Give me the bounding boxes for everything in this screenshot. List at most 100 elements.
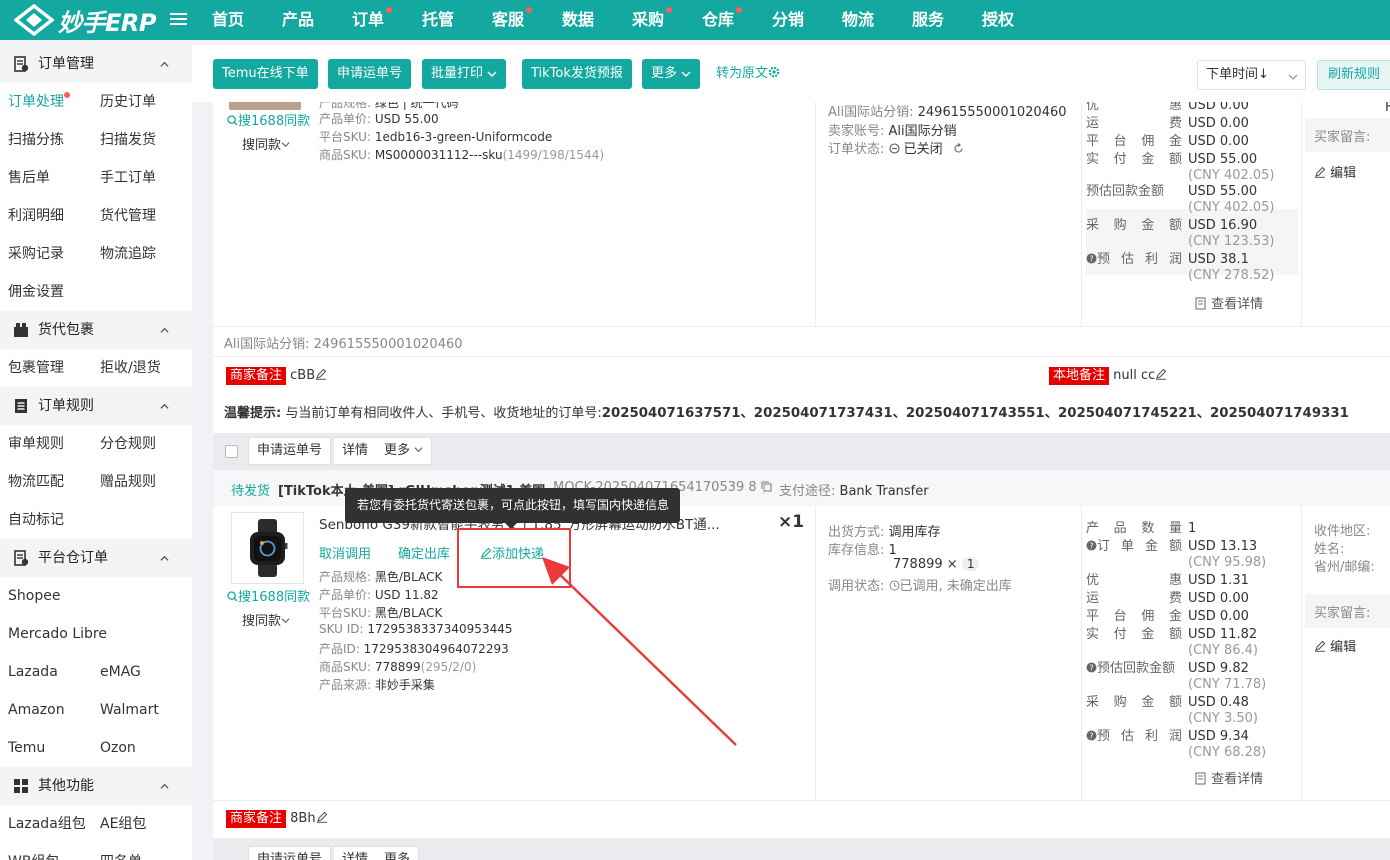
merchant-note-row: 商家备注 8Bh [226, 810, 328, 828]
amount-estimated-payout: ? 预估回款金额 USD 9.82 [1086, 660, 1249, 677]
search-similar-dropdown[interactable]: 搜同款 [242, 610, 290, 629]
nav-hosting[interactable]: 托管 [422, 0, 454, 40]
more-button[interactable]: 更多 [642, 59, 701, 89]
sidebar-item-logistics-tracking[interactable]: 物流追踪 [100, 235, 156, 273]
order-card-1: 搜1688同款 搜同款 产品规格: 绿色 | 统一代码 产品单价: USD 55… [213, 102, 1390, 327]
order2-checkbox[interactable] [225, 445, 238, 458]
cancel-call-link[interactable]: 取消调用 [319, 543, 371, 562]
call-status-row: 调用状态: 已调用, 未确定出库 [828, 579, 1012, 594]
view-detail-link[interactable]: 查看详情 [1195, 293, 1263, 312]
sidebar-item-wb-pack[interactable]: WB组包 [8, 843, 59, 860]
refresh-rules-select[interactable]: 刷新规则 [1317, 60, 1390, 90]
nav-purchase[interactable]: 采购 [632, 0, 664, 40]
chevron-up-icon [160, 61, 169, 67]
sidebar-item-ae-pack[interactable]: AE组包 [100, 805, 146, 843]
stock-sku-row: 778899 × 1 [893, 557, 980, 572]
help-icon: ? [1086, 540, 1097, 551]
sort-order-time-select[interactable]: 下单时间↓ [1197, 60, 1306, 90]
nav-authorize[interactable]: 授权 [982, 0, 1014, 40]
nav-warehouse-dot [736, 7, 742, 13]
sidebar-item-gift-rules[interactable]: 赠品规则 [100, 463, 156, 501]
sidebar-item-shopee[interactable]: Shopee [8, 577, 60, 615]
sidebar-section-title: 平台仓订单 [38, 550, 108, 566]
sidebar-item-audit-rules[interactable]: 审单规则 [8, 425, 64, 463]
sidebar-section-order-management[interactable]: 订单管理 [0, 45, 192, 83]
order2-apply-waybill-button[interactable]: 申请运单号 [248, 437, 332, 465]
order3-detail-button[interactable]: 详情 [334, 846, 378, 860]
sidebar-item-warehouse-rules[interactable]: 分仓规则 [100, 425, 156, 463]
sidebar-section-platform-warehouse[interactable]: 平台仓订单 [0, 539, 192, 577]
nav-service[interactable]: 客服 [492, 0, 524, 40]
nav-home[interactable]: 首页 [212, 0, 244, 40]
search-similar-dropdown[interactable]: 搜同款 [242, 134, 290, 153]
sidebar-item-lazada[interactable]: Lazada [8, 653, 58, 691]
nav-data[interactable]: 数据 [562, 0, 594, 40]
nav-distribution[interactable]: 分销 [772, 0, 804, 40]
sidebar-item-amazon[interactable]: Amazon [8, 691, 65, 729]
amount-paid-cny: (CNY 402.05) [1188, 168, 1275, 183]
amount-paid: 实付金额 USD 11.82 [1086, 627, 1258, 642]
sidebar-section-title: 货代包裹 [38, 322, 94, 338]
order2-status-tag: 待发货 [231, 484, 271, 499]
logo[interactable]: 妙手ERP [14, 4, 156, 37]
sidebar-item-blacklist[interactable]: 四名单 [100, 843, 142, 860]
order3-apply-waybill-button[interactable]: 申请运单号 [248, 846, 332, 860]
edit-link[interactable]: 编辑 [1314, 162, 1356, 181]
chevron-down-icon [1288, 74, 1298, 80]
sidebar-section-order-rules[interactable]: 订单规则 [0, 387, 192, 425]
sidebar-section-forwarder-packages[interactable]: 货代包裹 [0, 311, 192, 349]
batch-print-button[interactable]: 批量打印 [422, 59, 507, 89]
tiktok-forecast-button[interactable]: TikTok发货预报 [522, 59, 632, 89]
sidebar-item-logistics-match[interactable]: 物流匹配 [8, 463, 64, 501]
nav-orders[interactable]: 订单 [352, 0, 384, 40]
sidebar-item-after-sales[interactable]: 售后单 [8, 159, 50, 197]
sidebar-item-walmart[interactable]: Walmart [100, 691, 159, 729]
nav-logistics[interactable]: 物流 [842, 0, 874, 40]
annotation-arrow-icon [542, 557, 737, 746]
product-thumbnail[interactable] [229, 102, 301, 110]
logo-text: 妙手ERP [58, 8, 156, 37]
sidebar-item-package-management[interactable]: 包裹管理 [8, 349, 64, 387]
sidebar-section-other-functions[interactable]: 其他功能 [0, 767, 192, 805]
edit-icon[interactable] [1155, 368, 1167, 380]
same-recipient-orders[interactable]: 202504071637571、202504071737431、20250407… [602, 406, 1349, 421]
menu-toggle-icon[interactable] [170, 10, 187, 28]
edit-link[interactable]: 编辑 [1314, 636, 1356, 655]
sidebar-item-scan-ship[interactable]: 扫描发货 [100, 121, 156, 159]
sidebar-item-emag[interactable]: eMAG [100, 653, 141, 691]
sidebar-item-ozon[interactable]: Ozon [100, 729, 136, 767]
sidebar-item-history-orders[interactable]: 历史订单 [100, 83, 156, 121]
sidebar-item-lazada-pack[interactable]: Lazada组包 [8, 805, 86, 843]
order2-more-button[interactable]: 更多 [376, 437, 433, 465]
sidebar-item-temu[interactable]: Temu [8, 729, 45, 767]
name-label: 姓名: [1314, 542, 1345, 557]
sidebar-item-auto-tag[interactable]: 自动标记 [8, 501, 64, 539]
search-1688-link[interactable]: 搜1688同款 [227, 586, 310, 605]
divider [213, 800, 1390, 801]
nav-services[interactable]: 服务 [912, 0, 944, 40]
amount-paid-cny: (CNY 86.4) [1188, 643, 1258, 658]
seller-row: 卖家账号: Ali国际分销 [828, 124, 957, 139]
view-detail-link[interactable]: 查看详情 [1195, 768, 1263, 787]
sidebar-item-profit-details[interactable]: 利润明细 [8, 197, 64, 235]
edit-icon[interactable] [316, 811, 328, 823]
order3-more-button[interactable]: 更多 [376, 846, 420, 860]
nav-warehouse[interactable]: 仓库 [702, 0, 734, 40]
edit-icon[interactable] [315, 368, 327, 380]
sidebar-item-reject-return[interactable]: 拒收/退货 [100, 349, 161, 387]
nav-products[interactable]: 产品 [282, 0, 314, 40]
sidebar-item-purchase-records[interactable]: 采购记录 [8, 235, 64, 273]
sidebar-item-order-processing[interactable]: 订单处理 [8, 83, 70, 121]
apply-waybill-button[interactable]: 申请运单号 [328, 59, 412, 89]
temu-online-order-button[interactable]: Temu在线下单 [213, 59, 318, 89]
product-thumbnail[interactable] [231, 512, 304, 584]
sidebar-item-mercado-libre[interactable]: Mercado Libre [8, 615, 107, 653]
sidebar-item-forwarder[interactable]: 货代管理 [100, 197, 156, 235]
convert-original-link[interactable]: 转为原文 [716, 59, 780, 89]
sidebar-item-scan-sort[interactable]: 扫描分拣 [8, 121, 64, 159]
search-1688-link[interactable]: 搜1688同款 [227, 110, 310, 129]
confirm-outbound-link[interactable]: 确定出库 [398, 543, 450, 562]
order2-detail-button[interactable]: 详情 [334, 437, 378, 465]
sidebar-item-commission[interactable]: 佣金设置 [8, 273, 64, 311]
sidebar-item-manual-orders[interactable]: 手工订单 [100, 159, 156, 197]
